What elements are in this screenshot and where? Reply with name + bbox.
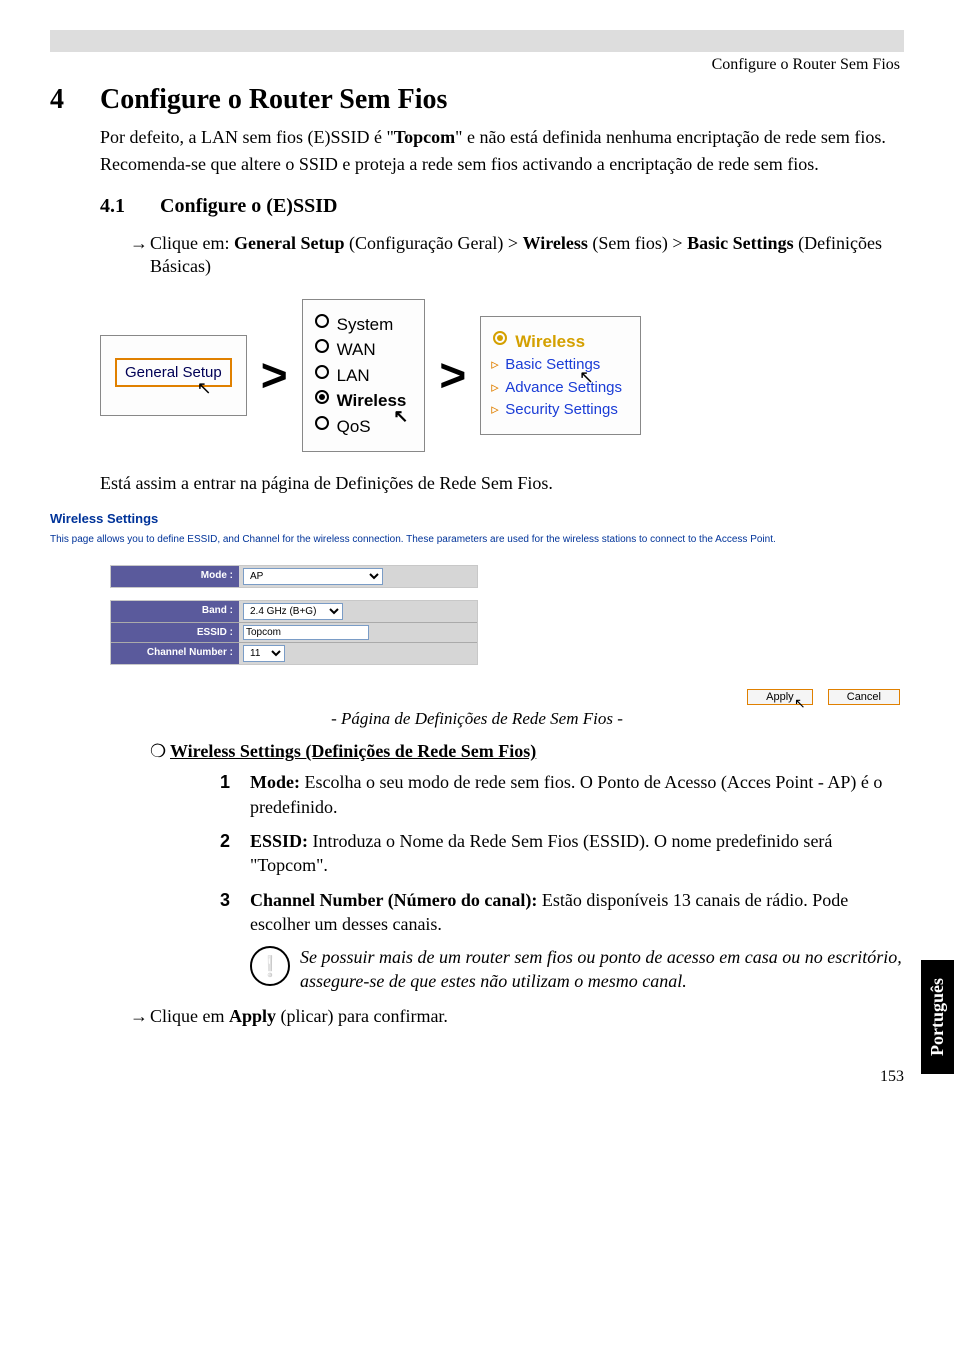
figure-caption: - Página de Definições de Rede Sem Fios … (50, 709, 904, 729)
apply-button[interactable]: Apply ↖ (747, 689, 813, 705)
menu-system[interactable]: System (315, 312, 407, 338)
label-essid: ESSID : (111, 623, 239, 643)
section-number: 4 (50, 84, 100, 116)
header-bar (50, 30, 904, 52)
greater-than-icon: > (439, 348, 466, 402)
language-tab: Português (921, 960, 954, 1074)
channel-select[interactable]: 11 (243, 645, 285, 662)
list-item-mode: Mode: Escolha o seu modo de rede sem fio… (220, 770, 904, 819)
note-row: ❕ Se possuir mais de um router sem fios … (250, 946, 904, 993)
wireless-settings-screenshot: Wireless Settings This page allows you t… (50, 511, 904, 705)
subsection-heading: 4.1 Configure o (E)SSID (100, 195, 904, 218)
intro-paragraph-1: Por defeito, a LAN sem fios (E)SSID é "T… (100, 126, 904, 149)
menu-wireless-title: Wireless (493, 329, 622, 355)
menu-wan[interactable]: WAN (315, 337, 407, 363)
mode-select[interactable]: AP (243, 568, 383, 585)
submenu-basic-settings[interactable]: Basic Settings ↖ (493, 354, 622, 377)
note-text: Se possuir mais de um router sem fios ou… (300, 946, 904, 993)
ws-mode-table: Mode : AP (110, 565, 478, 588)
navigation-sequence: General Setup ↖ > System WAN LAN Wireles… (100, 299, 904, 453)
section-heading: 4 Configure o Router Sem Fios (50, 84, 904, 116)
ws-description: This page allows you to define ESSID, an… (50, 534, 904, 545)
subsection-title: Configure o (E)SSID (160, 195, 337, 218)
label-channel: Channel Number : (111, 643, 239, 664)
main-menu-box: System WAN LAN Wireless↖ QoS (302, 299, 426, 453)
arrow-icon: → (130, 1005, 150, 1028)
enter-page-text: Está assim a entrar na página de Definiç… (100, 472, 904, 495)
menu-lan[interactable]: LAN (315, 363, 407, 389)
list-item-channel: Channel Number (Número do canal): Estão … (220, 888, 904, 937)
menu-wireless[interactable]: Wireless↖ (315, 388, 407, 414)
header-breadcrumb: Configure o Router Sem Fios (50, 56, 904, 74)
band-select[interactable]: 2.4 GHz (B+G) (243, 603, 343, 620)
list-item-essid: ESSID: Introduza o Nome da Rede Sem Fios… (220, 829, 904, 878)
wireless-submenu-box: Wireless Basic Settings ↖ Advance Settin… (480, 316, 641, 435)
subsection-number: 4.1 (100, 195, 160, 218)
greater-than-icon: > (261, 348, 288, 402)
general-setup-box: General Setup ↖ (100, 335, 247, 416)
submenu-security-settings[interactable]: Security Settings (493, 399, 622, 422)
section-title: Configure o Router Sem Fios (100, 84, 447, 116)
cancel-button[interactable]: Cancel (828, 689, 900, 705)
menu-qos[interactable]: QoS (315, 414, 407, 440)
arrow-icon: → (130, 232, 150, 255)
cursor-icon: ↖ (197, 378, 212, 399)
ws-params-table: Band : 2.4 GHz (B+G) ESSID : Channel Num… (110, 600, 478, 665)
intro-paragraph-2: Recomenda-se que altere o SSID e proteja… (100, 153, 904, 176)
note-icon: ❕ (250, 946, 290, 986)
general-setup-button[interactable]: General Setup ↖ (115, 358, 232, 387)
label-mode: Mode : (111, 566, 239, 587)
circle-bullet-icon: ❍ (150, 741, 170, 762)
apply-instruction: → Clique em Apply (plicar) para confirma… (130, 1005, 904, 1028)
page-number: 153 (50, 1068, 904, 1086)
ws-title: Wireless Settings (50, 511, 904, 526)
click-path-instruction: → Clique em: General Setup (Configuração… (130, 232, 904, 279)
essid-input[interactable] (243, 625, 369, 640)
label-band: Band : (111, 601, 239, 623)
submenu-advance-settings[interactable]: Advance Settings (493, 377, 622, 400)
settings-list: Mode: Escolha o seu modo de rede sem fio… (220, 770, 904, 936)
wireless-settings-subhead: ❍ Wireless Settings (Definições de Rede … (150, 741, 904, 762)
